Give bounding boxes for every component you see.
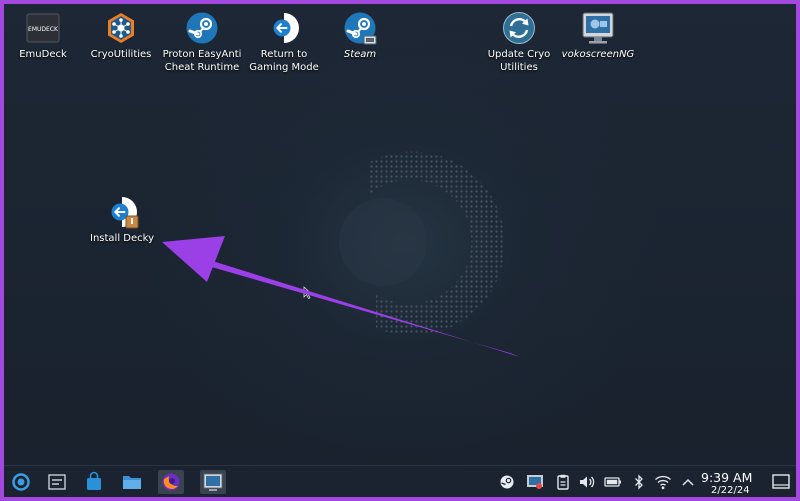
desktop-icon-steam[interactable]: Steam (322, 11, 398, 61)
desktop-icon-cryoutilities[interactable]: CryoUtilities (83, 11, 159, 61)
cryoutilities-icon (104, 11, 138, 45)
desktop-icon-label: Proton EasyAnti Cheat Runtime (162, 49, 242, 73)
desktop-icon-vokoscreen[interactable]: vokoscreenNG (560, 11, 636, 61)
clock-time[interactable]: 9:39 AM (701, 470, 752, 485)
svg-text:EMUDECK: EMUDECK (28, 26, 59, 33)
store-icon[interactable] (81, 470, 107, 494)
return-arrow-icon (267, 11, 301, 45)
task-switcher-icon[interactable] (44, 470, 70, 494)
screen-recorder-tray-icon[interactable] (526, 474, 544, 490)
firefox-icon[interactable] (158, 470, 184, 494)
desktop-icon-label: Return to Gaming Mode (249, 49, 319, 73)
emudeck-icon: EMUDECK (26, 11, 60, 45)
desktop-icon-label: EmuDeck (19, 49, 67, 60)
refresh-icon (502, 11, 536, 45)
install-arrow-icon (105, 195, 139, 229)
steam-icon (185, 11, 219, 45)
desktop-icon-proton-eac[interactable]: Proton EasyAnti Cheat Runtime (162, 11, 242, 74)
bluetooth-icon[interactable] (630, 474, 648, 490)
show-desktop-button[interactable] (770, 472, 792, 492)
taskbar: 9:39 AM 2/22/24 (4, 465, 796, 497)
desktop-icon-emudeck[interactable]: EMUDECK EmuDeck (5, 11, 81, 61)
screen-recorder-icon (581, 11, 615, 45)
desktop-icon-label: vokoscreenNG (561, 49, 635, 60)
steam-icon (343, 11, 377, 45)
wifi-icon[interactable] (654, 474, 672, 490)
desktop-icon-label: CryoUtilities (90, 49, 152, 60)
steamos-wallpaper-logo (339, 151, 505, 336)
show-desktop-icon (772, 474, 790, 489)
vokoscreen-icon[interactable] (200, 470, 226, 494)
desktop-icon-update-cryo[interactable]: Update Cryo Utilities (481, 11, 557, 74)
mouse-cursor (303, 286, 313, 300)
desktop-icon-install-decky[interactable]: Install Decky (84, 195, 160, 245)
clipboard-icon[interactable] (554, 474, 572, 490)
steam-tray-icon[interactable] (498, 474, 516, 490)
chevron-up-icon[interactable] (679, 474, 697, 490)
desktop: EMUDECK EmuDeck CryoUtilities Proton Eas… (4, 4, 796, 497)
clock-date[interactable]: 2/22/24 (711, 485, 750, 496)
desktop-icon-return-gaming-mode[interactable]: Return to Gaming Mode (246, 11, 322, 74)
battery-icon[interactable] (604, 474, 622, 490)
desktop-icon-label: Install Decky (90, 233, 154, 244)
desktop-icon-label: Steam (343, 49, 377, 60)
files-icon[interactable] (119, 470, 145, 494)
steamos-menu-icon[interactable] (8, 470, 34, 494)
volume-icon[interactable] (578, 474, 596, 490)
desktop-icon-label: Update Cryo Utilities (487, 49, 551, 73)
